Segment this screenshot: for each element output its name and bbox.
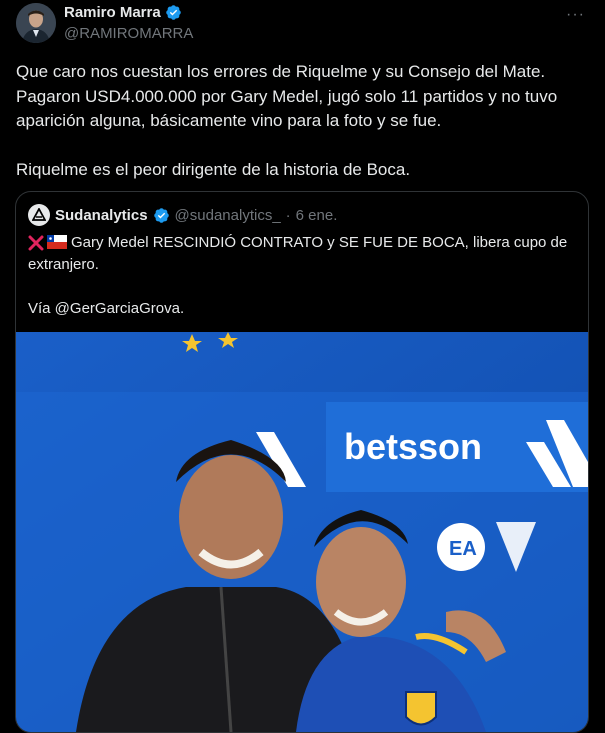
boca-crest-icon [405,691,437,726]
quoted-photo[interactable]: betsson EA [16,332,588,732]
author-avatar[interactable] [16,3,56,43]
quoted-author-handle[interactable]: @sudanalytics_ [175,207,281,224]
author-name-row[interactable]: Ramiro Marra [64,4,182,21]
author-handle[interactable]: @RAMIROMARRA [64,25,193,42]
flag-icons [28,235,67,251]
quoted-text: Gary Medel RESCINDIÓ CONTRATO y SE FUE D… [28,234,568,317]
cross-mark-icon [28,235,44,251]
quoted-tweet-card[interactable]: Sudanalytics @sudanalytics_ · 6 ene. Gar… [15,191,589,733]
quoted-text-block: Gary Medel RESCINDIÓ CONTRATO y SE FUE D… [28,232,573,320]
quoted-date[interactable]: 6 ene. [296,207,338,224]
verified-badge-icon [153,207,169,223]
photo-riquelme-medel: betsson EA [16,332,588,732]
tweet-text: Que caro nos cuestan los errores de Riqu… [16,62,558,179]
avatar-photo-icon [16,3,56,43]
svg-text:EA: EA [449,538,477,560]
author-name[interactable]: Ramiro Marra [64,4,161,21]
quoted-author-name[interactable]: Sudanalytics [55,207,148,224]
verified-badge-icon [165,5,181,20]
sponsor-text: betsson [344,426,482,467]
more-options-icon[interactable]: ··· [566,6,585,24]
sudanalytics-logo-icon[interactable] [28,204,50,226]
quoted-header: Sudanalytics @sudanalytics_ · 6 ene. [28,204,337,226]
meta-separator: · [285,206,291,224]
chile-flag-icon [47,235,67,250]
